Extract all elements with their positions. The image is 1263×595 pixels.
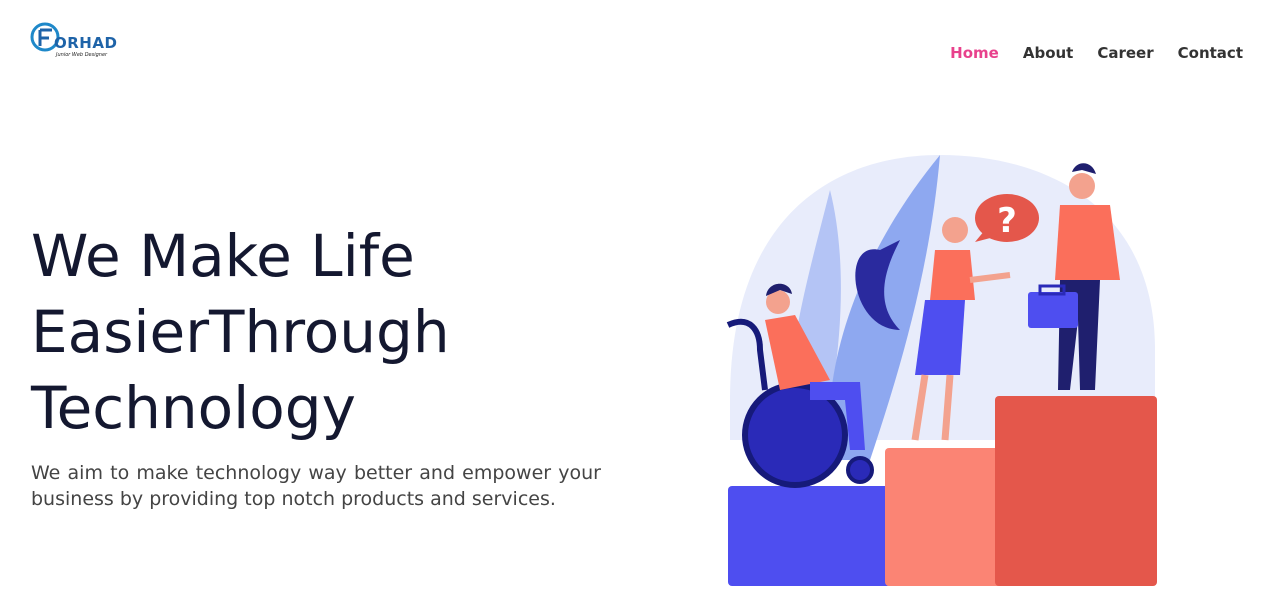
podium-block bbox=[995, 396, 1157, 586]
nav-career-link[interactable]: Career bbox=[1097, 44, 1153, 62]
hero-title-line: EasierThrough bbox=[31, 298, 450, 366]
main-nav: Home About Career Contact bbox=[926, 44, 1243, 62]
hero-description: We aim to make technology way better and… bbox=[31, 462, 601, 510]
person-torso bbox=[1055, 205, 1120, 280]
hero-title-line: We Make Life bbox=[31, 222, 415, 290]
nav-home-link[interactable]: Home bbox=[950, 44, 999, 62]
briefcase-icon bbox=[1028, 292, 1078, 328]
hero-title-line: Technology bbox=[31, 374, 356, 442]
podium-block bbox=[728, 486, 891, 586]
person-torso bbox=[930, 250, 975, 300]
hero-title: We Make Life EasierThrough Technology bbox=[31, 218, 591, 446]
person-head bbox=[942, 217, 968, 243]
logo-tagline: Junior Web Designer bbox=[56, 52, 108, 58]
brand-logo[interactable]: ORHAD Junior Web Designer bbox=[30, 20, 120, 60]
question-mark-icon: ? bbox=[997, 201, 1017, 241]
logo-text: ORHAD bbox=[54, 34, 118, 52]
nav-contact-link[interactable]: Contact bbox=[1178, 44, 1243, 62]
nav-about-link[interactable]: About bbox=[1023, 44, 1074, 62]
person-hair bbox=[1072, 163, 1096, 174]
person-head bbox=[1069, 173, 1095, 199]
hero-illustration: ? bbox=[726, 155, 1157, 586]
wheelchair-wheel bbox=[846, 456, 874, 484]
